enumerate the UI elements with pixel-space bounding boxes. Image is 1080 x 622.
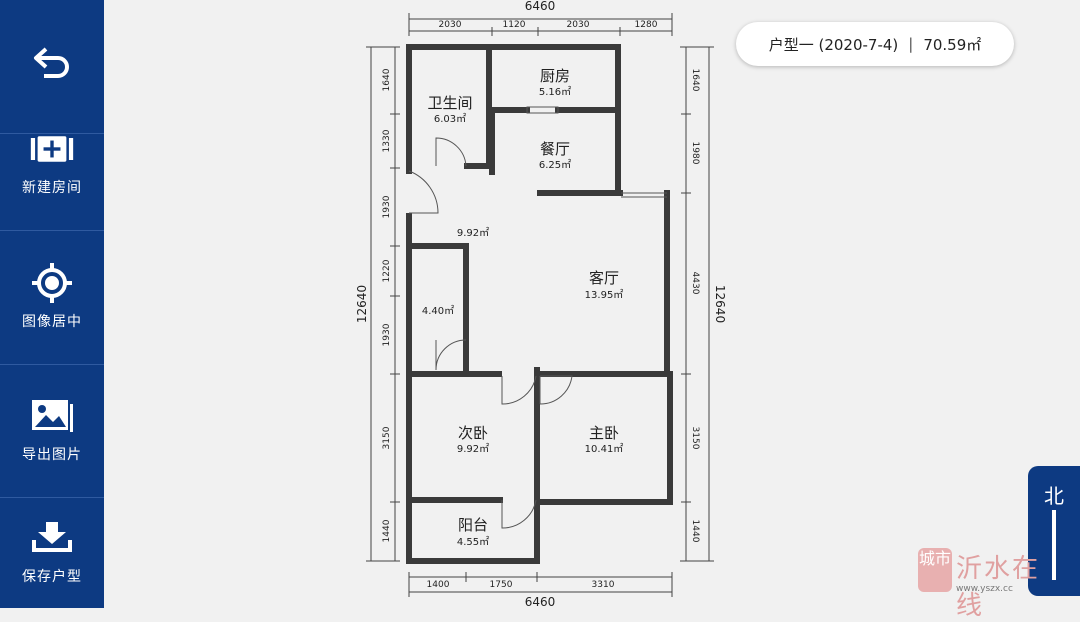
room-area-balcony: 4.55㎡	[457, 536, 489, 548]
left-dim: 1440	[382, 519, 392, 542]
left-dim: 3150	[382, 426, 392, 449]
bottom-dim: 1400	[427, 580, 450, 590]
room-area-master-bedroom: 10.41㎡	[585, 443, 624, 455]
top-dim: 2030	[439, 20, 462, 30]
left-dim: 1930	[382, 195, 392, 218]
left-dim: 1330	[382, 129, 392, 152]
right-dim: 3150	[690, 427, 700, 450]
plan-name: 户型一 (2020-7-4)	[768, 35, 899, 54]
room-area-kitchen: 5.16㎡	[539, 86, 571, 98]
room-name-second-bedroom: 次卧	[458, 424, 488, 442]
right-dim: 4430	[690, 272, 700, 295]
right-dim: 1440	[690, 520, 700, 543]
room-area-second-bedroom: 9.92㎡	[457, 443, 489, 455]
bottom-dim: 3310	[592, 580, 615, 590]
north-label: 北	[1044, 484, 1064, 508]
room-area-living: 13.95㎡	[585, 289, 624, 301]
room-area-hall: 9.92㎡	[457, 227, 489, 239]
left-dim: 1220	[382, 259, 392, 282]
left-dim: 1640	[382, 68, 392, 91]
title-separator: |	[908, 35, 914, 53]
room-area-dining: 6.25㎡	[539, 159, 571, 171]
room-area-bathroom: 6.03㎡	[434, 113, 466, 125]
left-dim: 1930	[382, 323, 392, 346]
plan-title-pill[interactable]: 户型一 (2020-7-4) | 70.59㎡	[736, 22, 1014, 66]
floor-plan[interactable]: 6460 2030 1120 2030 1280 6460 1400 1750 …	[0, 0, 1080, 608]
room-name-living: 客厅	[589, 269, 619, 287]
top-total-dim: 6460	[525, 0, 556, 13]
watermark: 城市 沂水在线 www.yszx.cc	[916, 546, 1056, 621]
room-name-kitchen: 厨房	[540, 67, 570, 85]
room-name-master-bedroom: 主卧	[589, 424, 619, 442]
top-dim: 1120	[503, 20, 526, 30]
plan-total-area: 70.59㎡	[923, 35, 982, 54]
right-dim: 1980	[690, 142, 700, 165]
watermark-logo: 城市	[918, 548, 952, 592]
right-total-dim: 12640	[713, 285, 727, 323]
top-dim: 2030	[567, 20, 590, 30]
room-name-balcony: 阳台	[458, 516, 488, 534]
room-name-bathroom: 卫生间	[427, 94, 472, 112]
watermark-url: www.yszx.cc	[956, 584, 1013, 594]
right-dim: 1640	[690, 69, 700, 92]
room-area-storage: 4.40㎡	[422, 305, 454, 317]
top-dim: 1280	[635, 20, 658, 30]
bottom-total-dim: 6460	[525, 595, 556, 608]
room-name-dining: 餐厅	[540, 140, 570, 158]
left-total-dim: 12640	[355, 285, 369, 323]
bottom-dim: 1750	[490, 580, 513, 590]
